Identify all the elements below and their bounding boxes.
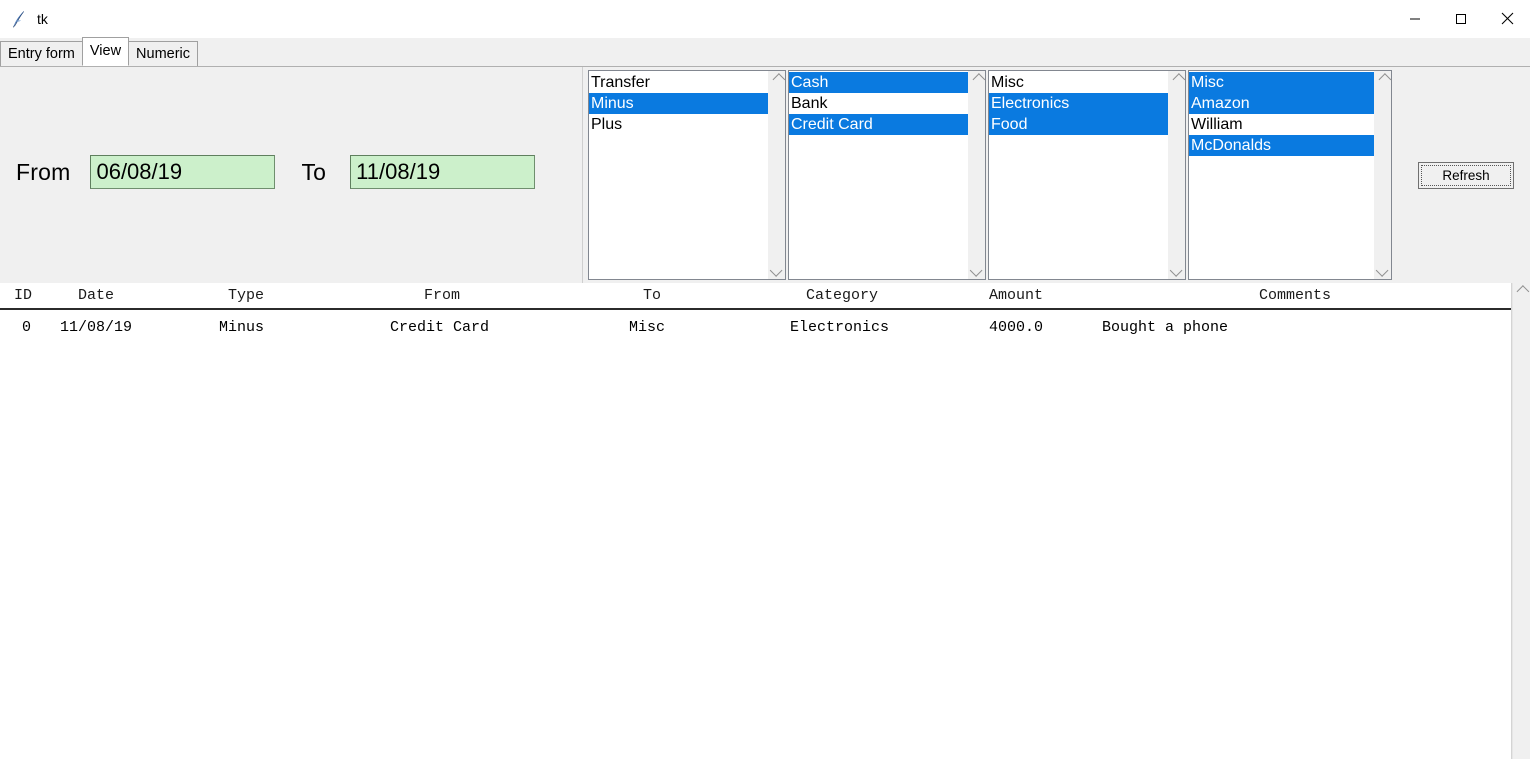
column-header-to[interactable]: To [643,283,661,308]
chevron-down-icon[interactable] [769,262,785,279]
list-item[interactable]: Amazon [1189,93,1374,114]
chevron-up-icon[interactable] [769,71,785,88]
list-item[interactable]: Misc [1189,72,1374,93]
to-account-listbox-scrollbar[interactable] [1168,71,1185,279]
minimize-icon[interactable] [1392,0,1438,37]
list-item[interactable]: Electronics [989,93,1168,114]
from-date-input[interactable] [90,155,276,189]
maximize-icon[interactable] [1438,0,1484,37]
list-item[interactable]: Cash [789,72,968,93]
tab-view[interactable]: View [81,37,130,66]
list-item[interactable]: Misc [989,72,1168,93]
list-item[interactable]: William [1189,114,1374,135]
to-date-input[interactable] [350,155,536,189]
chevron-up-icon[interactable] [969,71,985,88]
list-item[interactable]: Plus [589,114,768,135]
table-header-row: ID Date Type From To Category Amount Com… [0,283,1511,310]
from-account-listbox[interactable]: Cash Bank Credit Card [788,70,986,280]
type-listbox-items[interactable]: Transfer Minus Plus [589,71,768,279]
titlebar-left: tk [0,9,48,29]
column-header-from[interactable]: From [424,283,460,308]
to-account-listbox[interactable]: Misc Electronics Food [988,70,1186,280]
date-range-row: From To [0,155,536,189]
type-listbox[interactable]: Transfer Minus Plus [588,70,786,280]
from-account-listbox-items[interactable]: Cash Bank Credit Card [789,71,968,279]
cell-date: 11/08/19 [60,319,133,336]
list-item[interactable]: Bank [789,93,968,114]
column-header-amount[interactable]: Amount [989,283,1043,308]
cell-id: 0 [22,319,32,336]
refresh-button[interactable]: Refresh [1418,162,1514,189]
category-listbox-items[interactable]: Misc Amazon William McDonalds [1189,71,1374,279]
to-account-listbox-items[interactable]: Misc Electronics Food [989,71,1168,279]
list-item[interactable]: Minus [589,93,768,114]
cell-category: Electronics [790,319,890,336]
column-header-id[interactable]: ID [14,283,32,308]
cell-from: Credit Card [390,319,490,336]
date-range-group: From To [0,67,583,283]
chevron-down-icon[interactable] [969,262,985,279]
cell-type: Minus [219,319,265,336]
tab-numeric[interactable]: Numeric [128,41,199,66]
column-header-date[interactable]: Date [78,283,114,308]
notebook-tabbar: Entry form View Numeric [0,37,1530,67]
cell-amount: 4000.0 [989,319,1044,336]
list-item[interactable]: Food [989,114,1168,135]
table-viewport: ID Date Type From To Category Amount Com… [0,283,1512,759]
tab-entry-form[interactable]: Entry form [0,41,83,66]
column-header-type[interactable]: Type [228,283,264,308]
list-item[interactable]: Credit Card [789,114,968,135]
refresh-button-label: Refresh [1421,165,1511,186]
type-listbox-scrollbar[interactable] [768,71,785,279]
cell-comments: Bought a phone [1102,319,1229,336]
tk-feather-icon [10,9,28,29]
list-item[interactable]: McDonalds [1189,135,1374,156]
window-controls [1392,0,1530,37]
transactions-table: ID Date Type From To Category Amount Com… [0,283,1530,759]
column-header-comments[interactable]: Comments [1259,283,1331,308]
filter-panel: From To Transfer Minus Plus Cash Bank Cr… [0,67,1530,283]
from-label: From [16,158,71,185]
from-account-listbox-scrollbar[interactable] [968,71,985,279]
list-item[interactable]: Transfer [589,72,768,93]
category-listbox-scrollbar[interactable] [1374,71,1391,279]
column-header-category[interactable]: Category [806,283,878,308]
window-title: tk [37,11,48,27]
category-listbox[interactable]: Misc Amazon William McDonalds [1188,70,1392,280]
cell-to: Misc [629,319,666,336]
chevron-down-icon[interactable] [1169,262,1185,279]
chevron-up-icon[interactable] [1375,71,1391,88]
chevron-up-icon[interactable] [1169,71,1185,88]
window-titlebar: tk [0,0,1530,39]
table-row[interactable]: 0 11/08/19 Minus Credit Card Misc Electr… [0,316,1511,340]
close-icon[interactable] [1484,0,1530,37]
chevron-down-icon[interactable] [1375,262,1391,279]
table-vertical-scrollbar[interactable] [1512,283,1530,759]
to-label: To [301,158,327,185]
chevron-up-icon[interactable] [1513,283,1530,300]
